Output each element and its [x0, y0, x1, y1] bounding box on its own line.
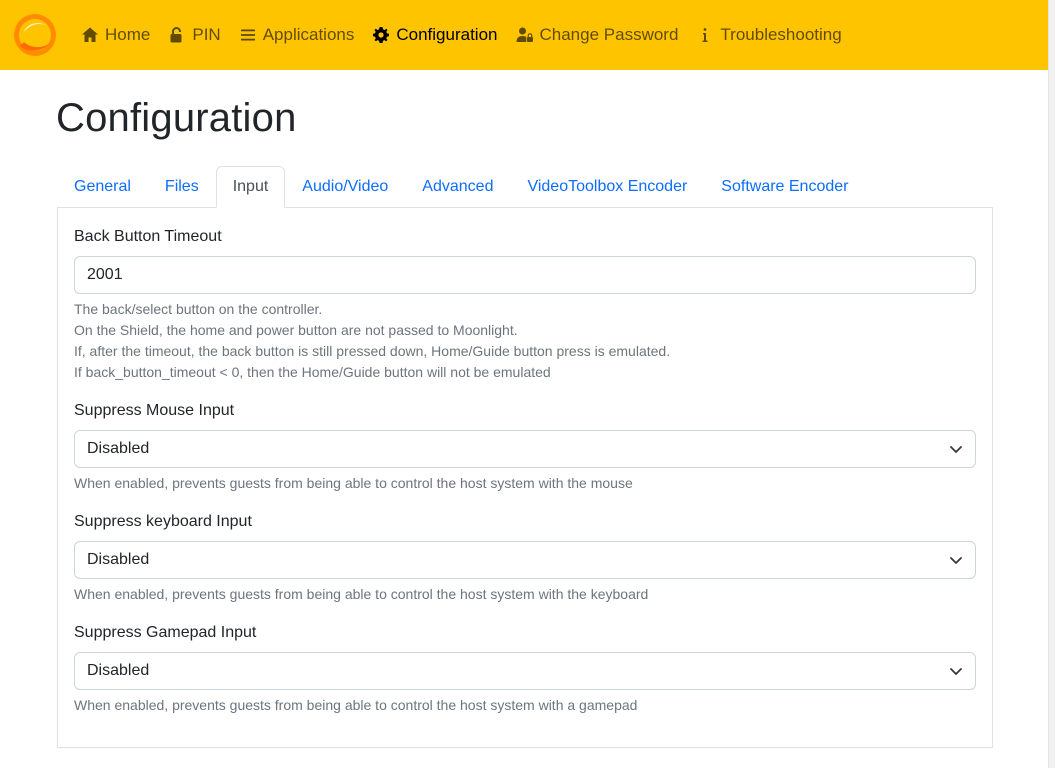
help-line: The back/select button on the controller…	[74, 301, 323, 317]
suppress-gamepad-value: Disabled	[87, 662, 150, 679]
home-icon	[81, 26, 99, 44]
back-button-timeout-help: The back/select button on the controller…	[74, 299, 670, 383]
suppress-mouse-help: When enabled, prevents guests from being…	[74, 475, 633, 491]
user-lock-icon	[516, 26, 534, 44]
back-button-timeout-input[interactable]: 2001	[74, 256, 976, 294]
nav-home-label: Home	[105, 25, 151, 44]
suppress-mouse-select[interactable]: Disabled	[74, 430, 976, 468]
nav-configuration[interactable]: Configuration	[372, 25, 498, 45]
tab-advanced[interactable]: Advanced	[405, 166, 510, 208]
nav-applications[interactable]: Applications	[239, 25, 355, 45]
tab-input[interactable]: Input	[215, 166, 286, 208]
help-line: If, after the timeout, the back button i…	[74, 343, 671, 359]
suppress-keyboard-value: Disabled	[87, 551, 150, 568]
suppress-gamepad-select[interactable]: Disabled	[74, 652, 976, 690]
input-settings-panel: Back Button Timeout 2001 The back/select…	[57, 207, 993, 748]
list-icon	[239, 26, 257, 44]
back-button-timeout-value: 2001	[87, 266, 123, 283]
nav-pin[interactable]: PIN	[168, 25, 221, 45]
help-line: If back_button_timeout < 0, then the Hom…	[74, 364, 551, 380]
chevron-down-icon	[949, 442, 963, 456]
tab-audio-video[interactable]: Audio/Video	[285, 166, 405, 208]
vertical-scrollbar[interactable]	[1048, 0, 1055, 768]
suppress-gamepad-help: When enabled, prevents guests from being…	[74, 697, 638, 713]
tab-software-encoder[interactable]: Software Encoder	[704, 166, 865, 208]
suppress-keyboard-label: Suppress keyboard Input	[74, 513, 252, 530]
suppress-mouse-value: Disabled	[87, 440, 150, 457]
nav-applications-label: Applications	[262, 25, 355, 44]
tab-files[interactable]: Files	[148, 166, 216, 208]
page-title: Configuration	[56, 96, 297, 140]
nav-pin-label: PIN	[192, 25, 221, 44]
chevron-down-icon	[949, 553, 963, 567]
tab-general[interactable]: General	[57, 166, 148, 208]
nav-home[interactable]: Home	[81, 25, 150, 45]
nav-configuration-label: Configuration	[396, 25, 498, 44]
help-line: On the Shield, the home and power button…	[74, 322, 518, 338]
suppress-mouse-label: Suppress Mouse Input	[74, 402, 235, 419]
tab-videotoolbox-encoder[interactable]: VideoToolbox Encoder	[510, 166, 704, 208]
chevron-down-icon	[949, 664, 963, 678]
unlock-icon	[168, 26, 186, 44]
gear-icon	[372, 26, 390, 44]
info-icon	[696, 26, 714, 44]
nav-change-password[interactable]: Change Password	[516, 25, 679, 45]
config-tabs: General Files Input Audio/Video Advanced…	[57, 166, 865, 208]
suppress-keyboard-help: When enabled, prevents guests from being…	[74, 586, 649, 602]
app-logo-icon[interactable]	[12, 12, 58, 58]
back-button-timeout-label: Back Button Timeout	[74, 228, 222, 245]
suppress-gamepad-label: Suppress Gamepad Input	[74, 624, 257, 641]
suppress-keyboard-select[interactable]: Disabled	[74, 541, 976, 579]
top-navbar: Home PIN Applications Configuration Chan…	[0, 0, 1048, 70]
nav-troubleshooting[interactable]: Troubleshooting	[696, 25, 842, 45]
nav-troubleshooting-label: Troubleshooting	[720, 25, 842, 44]
nav-change-password-label: Change Password	[539, 25, 679, 44]
